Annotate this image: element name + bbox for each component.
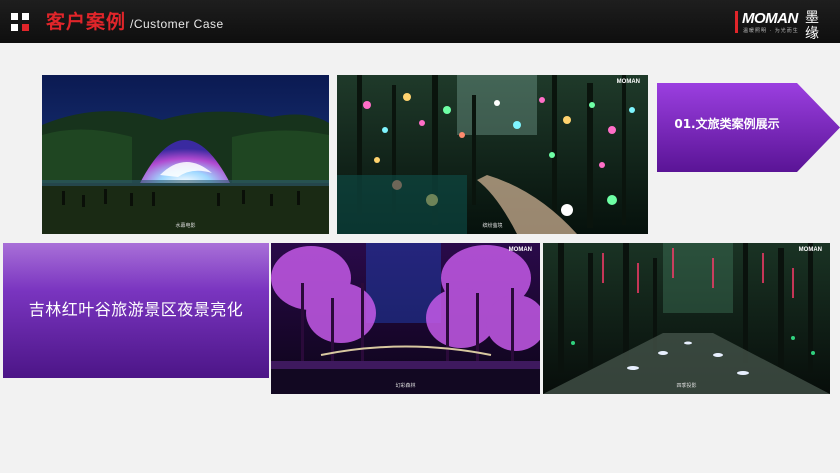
photo-watermark: MOMAN — [798, 247, 822, 253]
logo-accent-bar — [735, 11, 738, 33]
category-label-text: 01.文旅类案例展示 — [674, 117, 780, 131]
photo-watermark: MOMAN — [616, 79, 640, 85]
category-label: 01.文旅类案例展示 — [657, 83, 797, 172]
case-photo-purple-forest: MOMAN 幻彩森林 — [271, 243, 540, 394]
header-bar: 客户案例 /Customer Case MOMAN 墨缘 温暖照明 · 为光而生 — [0, 0, 840, 43]
case-photo-water-screen: 水幕电影 — [42, 75, 329, 234]
photo-watermark: MOMAN — [508, 247, 532, 253]
photo-caption: 缤纷萤境 — [482, 223, 503, 229]
grid-icon — [11, 13, 29, 31]
photo-caption: 幻彩森林 — [395, 383, 416, 389]
chevron-right-icon — [797, 83, 840, 172]
project-title: 吉林红叶谷旅游景区夜景亮化 — [28, 300, 244, 319]
logo-script: 墨缘 — [805, 10, 819, 42]
photo-caption: 四季投影 — [676, 383, 697, 389]
page-title: 客户案例 — [46, 11, 127, 33]
brand-logo: MOMAN 墨缘 温暖照明 · 为光而生 — [735, 9, 831, 42]
logo-tagline: 温暖照明 · 为光而生 — [743, 28, 799, 34]
case-photo-firefly-forest: MOMAN 缤纷萤境 — [337, 75, 648, 234]
case-photo-projection-path: MOMAN 四季投影 — [543, 243, 830, 394]
photo-caption: 水幕电影 — [175, 223, 196, 229]
page-subtitle: /Customer Case — [130, 17, 224, 31]
logo-wordmark: MOMAN — [742, 10, 798, 27]
project-title-box: 吉林红叶谷旅游景区夜景亮化 — [3, 243, 269, 378]
